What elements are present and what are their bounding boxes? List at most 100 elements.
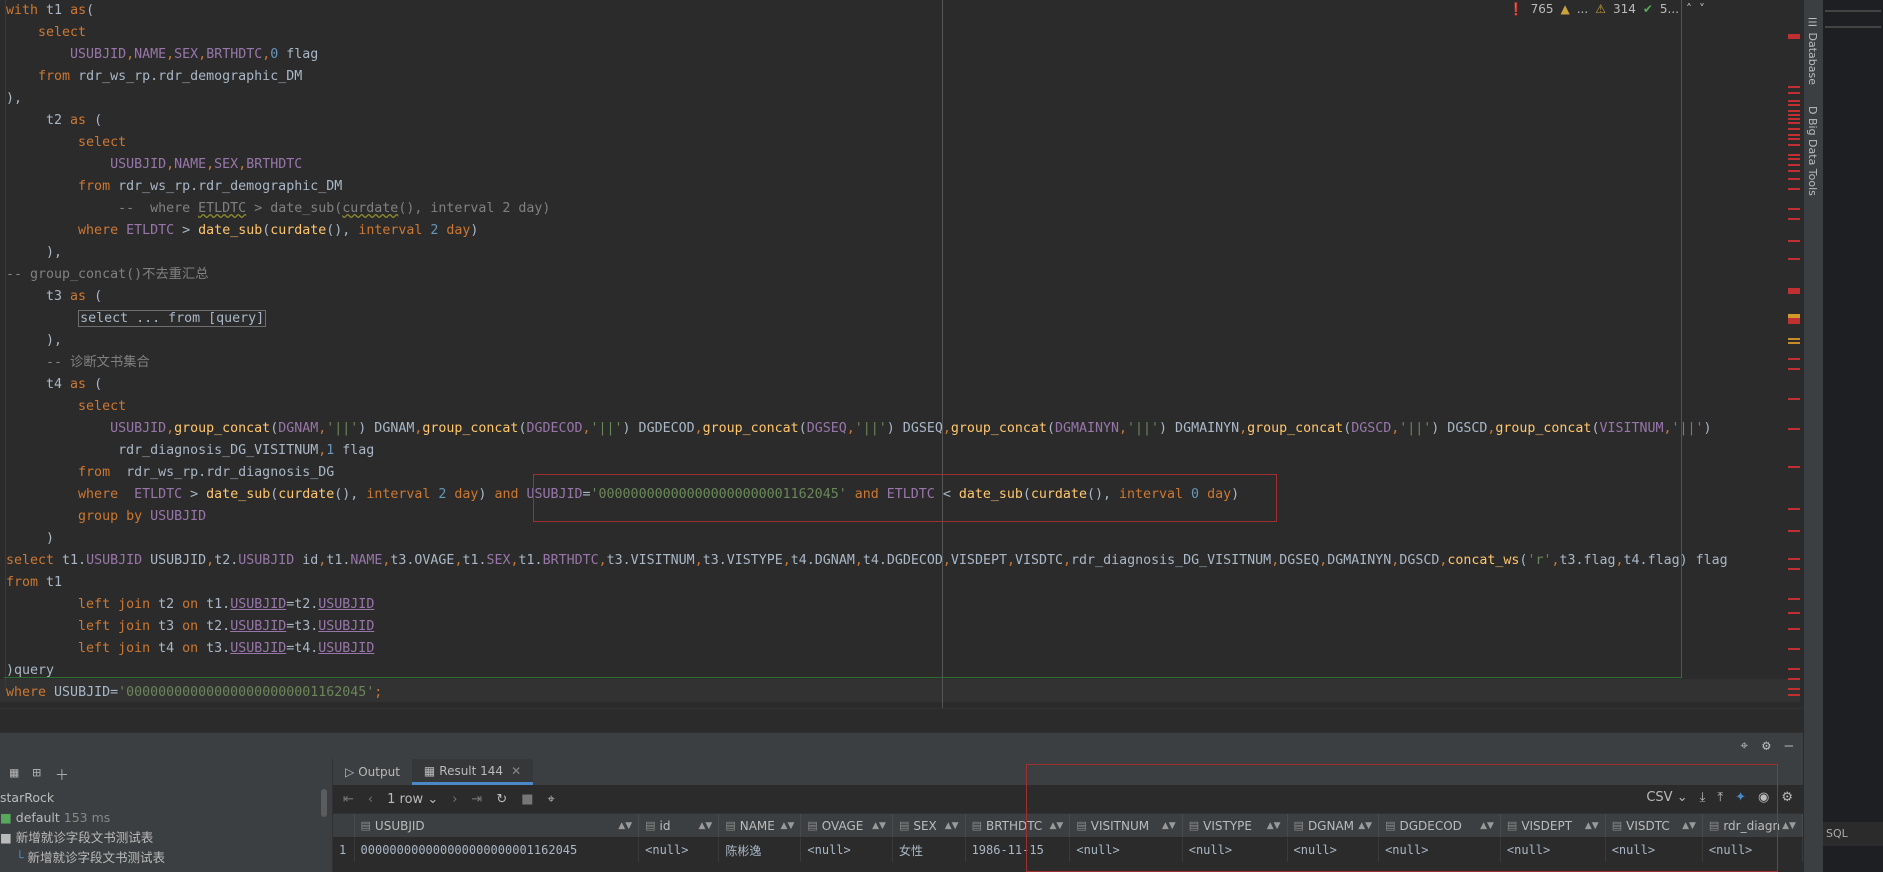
tree-scrollbar[interactable] xyxy=(321,789,327,817)
tab-result[interactable]: ▦ Result 144 ✕ xyxy=(411,759,534,785)
code-line[interactable]: left join t3 on t2.USUBJID=t3.USUBJID xyxy=(6,616,374,638)
column-header[interactable]: ▤ rdr_diagn ▲▼ xyxy=(1703,814,1803,837)
code-line[interactable]: ) xyxy=(6,528,54,550)
table-cell[interactable]: <null> xyxy=(1703,838,1803,862)
code-line[interactable]: -- 诊断文书集合 xyxy=(6,352,150,374)
sort-icon[interactable]: ▲▼ xyxy=(1050,821,1064,831)
next-page-icon[interactable]: › xyxy=(452,792,457,807)
download-icon[interactable]: ⤓ xyxy=(1700,790,1706,805)
sort-icon[interactable]: ▲▼ xyxy=(1585,821,1599,831)
code-line[interactable]: from rdr_ws_rp.rdr_diagnosis_DG xyxy=(6,462,334,484)
table-cell[interactable]: <null> xyxy=(1288,838,1380,862)
error-stripe-mark[interactable] xyxy=(1788,218,1800,220)
error-stripe-mark[interactable] xyxy=(1788,138,1800,140)
code-line[interactable]: -- group_concat()不去重汇总 xyxy=(6,264,209,286)
column-header[interactable]: ▤ BRTHDTC ▲▼ xyxy=(966,814,1071,837)
sort-icon[interactable]: ▲▼ xyxy=(1162,821,1176,831)
eye-icon[interactable]: ◉ xyxy=(1758,790,1769,805)
tree-item-query[interactable]: ■ 新增就诊字段文书测试表 xyxy=(0,828,325,848)
transpose-icon[interactable]: ✦ xyxy=(1735,790,1746,805)
code-line[interactable]: select ... from [query] xyxy=(6,308,267,330)
last-page-icon[interactable]: ⇥ xyxy=(471,792,482,807)
sort-icon[interactable]: ▲▼ xyxy=(618,821,632,831)
table-cell[interactable]: <null> xyxy=(1070,838,1183,862)
sql-editor[interactable]: with t1 as( select USUBJID,NAME,SEX,BRTH… xyxy=(0,0,1800,708)
sort-icon[interactable]: ▲▼ xyxy=(1782,821,1796,831)
sort-icon[interactable]: ▲▼ xyxy=(1682,821,1696,831)
code-line[interactable]: where ETLDTC > date_sub(curdate(), inter… xyxy=(6,220,478,242)
prev-page-icon[interactable]: ‹ xyxy=(368,792,373,807)
column-header[interactable]: ▤ USUBJID ▲▼ xyxy=(355,814,640,837)
error-stripe-mark[interactable] xyxy=(1788,322,1800,324)
code-line[interactable]: t3 as ( xyxy=(6,286,102,308)
error-stripe-mark[interactable] xyxy=(1788,338,1800,340)
error-stripe-mark[interactable] xyxy=(1788,558,1800,560)
pin-icon[interactable]: ⌖ xyxy=(548,792,555,807)
crosshair-icon[interactable]: ⌖ xyxy=(1740,738,1748,754)
code-line[interactable]: ), xyxy=(6,330,62,352)
column-header[interactable]: ▤ VISITNUM ▲▼ xyxy=(1070,814,1183,837)
table-cell[interactable]: <null> xyxy=(1183,838,1288,862)
error-stripe-mark[interactable] xyxy=(1788,358,1800,360)
code-line[interactable]: left join t4 on t3.USUBJID=t4.USUBJID xyxy=(6,638,374,660)
error-stripe[interactable] xyxy=(1788,18,1800,708)
error-stripe-mark[interactable] xyxy=(1788,114,1800,116)
error-stripe-mark[interactable] xyxy=(1788,122,1800,124)
code-line[interactable]: )query xyxy=(6,660,54,682)
refresh-icon[interactable]: ↻ xyxy=(496,792,507,807)
error-stripe-mark[interactable] xyxy=(1788,292,1800,294)
error-stripe-mark[interactable] xyxy=(1788,668,1800,670)
tab-output[interactable]: ▷ Output xyxy=(333,759,412,785)
tree-item-datasource[interactable]: starRock xyxy=(0,788,325,808)
error-stripe-mark[interactable] xyxy=(1788,158,1800,160)
code-line[interactable]: -- where ETLDTC > date_sub(curdate(), in… xyxy=(6,198,550,220)
code-line[interactable]: from t1 xyxy=(6,572,62,594)
column-header[interactable]: ▤ VISDTC ▲▼ xyxy=(1606,814,1703,837)
error-stripe-mark[interactable] xyxy=(1788,678,1800,680)
code-line[interactable]: USUBJID,group_concat(DGNAM,'||') DGNAM,g… xyxy=(6,418,1712,440)
column-header[interactable]: ▤ id ▲▼ xyxy=(639,814,720,837)
code-line[interactable]: ), xyxy=(6,242,62,264)
table-cell[interactable]: <null> xyxy=(801,838,893,862)
error-stripe-mark[interactable] xyxy=(1788,694,1800,696)
table-cell[interactable]: 女性 xyxy=(893,838,966,862)
error-stripe-mark[interactable] xyxy=(1788,628,1800,630)
upload-icon[interactable]: ⤒ xyxy=(1717,790,1723,805)
error-stripe-mark[interactable] xyxy=(1788,612,1800,614)
code-line[interactable]: USUBJID,NAME,SEX,BRTHDTC,0 flag xyxy=(6,44,318,66)
error-stripe-mark[interactable] xyxy=(1788,134,1800,136)
error-stripe-mark[interactable] xyxy=(1788,648,1800,650)
table-cell[interactable]: 000000000000000000000001162045 xyxy=(355,838,640,862)
next-highlight-icon[interactable]: ˅ xyxy=(1699,2,1705,16)
sort-icon[interactable]: ▲▼ xyxy=(1358,821,1372,831)
sort-icon[interactable]: ▲▼ xyxy=(698,821,712,831)
table-cell[interactable]: <null> xyxy=(639,838,720,862)
code-line[interactable]: with t1 as( xyxy=(6,0,94,22)
table-cell[interactable]: <null> xyxy=(1379,838,1501,862)
code-line[interactable]: USUBJID,NAME,SEX,BRTHDTC xyxy=(6,154,302,176)
prev-highlight-icon[interactable]: ˄ xyxy=(1686,2,1692,16)
error-stripe-mark[interactable] xyxy=(1788,100,1800,102)
horizontal-scrollbar[interactable] xyxy=(0,708,1803,732)
error-stripe-mark[interactable] xyxy=(1788,144,1800,146)
error-stripe-mark[interactable] xyxy=(1788,170,1800,172)
rows-selector[interactable]: 1 row ⌄ xyxy=(387,792,438,807)
error-stripe-mark[interactable] xyxy=(1788,240,1800,242)
big-data-tools-tab[interactable]: D Big Data Tools xyxy=(1806,106,1819,196)
code-line[interactable]: group by USUBJID xyxy=(6,506,206,528)
code-line[interactable]: rdr_diagnosis_DG_VISITNUM,1 flag xyxy=(6,440,374,462)
code-line[interactable]: select xyxy=(6,132,126,154)
error-stripe-mark[interactable] xyxy=(1788,258,1800,260)
table-cell[interactable]: <null> xyxy=(1606,838,1703,862)
close-icon[interactable]: ✕ xyxy=(511,764,521,778)
inspection-widget[interactable]: ❗ 765 ▲ ... ⚠ 314 ✔ 5... ˄ ˅ xyxy=(1509,2,1705,16)
error-stripe-mark[interactable] xyxy=(1788,128,1800,130)
code-line[interactable]: select t1.USUBJID USUBJID,t2.USUBJID id,… xyxy=(6,550,1728,572)
error-stripe-mark[interactable] xyxy=(1788,208,1800,210)
column-header[interactable]: ▤ DGDECOD ▲▼ xyxy=(1379,814,1501,837)
code-line[interactable]: select xyxy=(6,22,86,44)
add-icon[interactable]: ＋ xyxy=(55,765,69,785)
gear-icon[interactable]: ⚙ xyxy=(1781,790,1793,805)
error-stripe-mark[interactable] xyxy=(1788,86,1800,88)
error-stripe-mark[interactable] xyxy=(1788,568,1800,570)
